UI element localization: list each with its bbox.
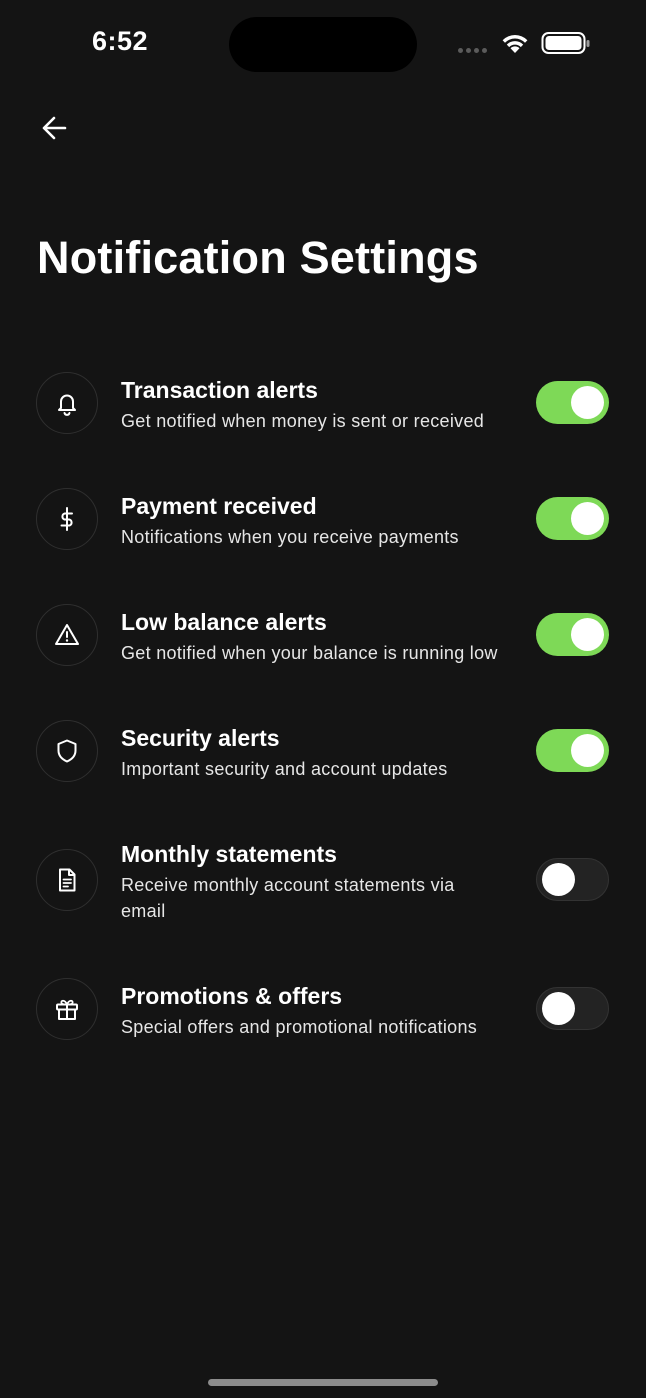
cellular-signal-icon — [458, 48, 487, 53]
setting-title: Low balance alerts — [121, 609, 327, 635]
toggle-knob — [542, 862, 575, 896]
security-alerts-toggle[interactable] — [536, 729, 609, 772]
icon-circle — [36, 604, 98, 666]
promotions-offers-toggle[interactable] — [536, 987, 609, 1030]
monthly-statements-toggle[interactable] — [536, 858, 609, 901]
home-indicator — [208, 1379, 438, 1386]
toggle-knob — [571, 618, 604, 651]
setting-description: Get notified when money is sent or recei… — [121, 411, 485, 431]
setting-title: Promotions & offers — [121, 983, 343, 1009]
icon-circle — [36, 849, 98, 911]
low-balance-alerts-toggle[interactable] — [536, 613, 609, 656]
shield-icon — [57, 739, 77, 763]
dollar-icon — [60, 507, 73, 531]
toggle-knob — [571, 386, 604, 419]
notification-settings-screen: 6:52 Notification Settings Transaction a… — [0, 0, 646, 1398]
wifi-icon — [502, 35, 528, 53]
setting-title: Transaction alerts — [121, 377, 318, 403]
bell-icon — [58, 394, 76, 416]
toggle-knob — [571, 734, 604, 767]
gift-icon — [56, 999, 78, 1020]
payment-received-toggle[interactable] — [536, 497, 609, 540]
setting-description: Notifications when you receive payments — [121, 527, 459, 547]
icon-circle — [36, 978, 98, 1040]
setting-description: Special offers and promotional notificat… — [121, 1017, 478, 1037]
setting-title: Payment received — [121, 493, 317, 519]
toggle-knob — [571, 502, 604, 535]
page-title: Notification Settings — [37, 232, 479, 283]
setting-description: Important security and account updates — [121, 759, 448, 779]
dynamic-island — [229, 17, 417, 72]
transaction-alerts-toggle[interactable] — [536, 381, 609, 424]
setting-title: Security alerts — [121, 725, 280, 751]
setting-title: Monthly statements — [121, 841, 337, 867]
status-time: 6:52 — [92, 26, 149, 56]
arrow-left-icon — [42, 116, 67, 140]
icon-circle — [36, 488, 98, 550]
icon-circle — [36, 720, 98, 782]
setting-description: Get notified when your balance is runnin… — [121, 643, 498, 663]
battery-icon — [541, 32, 590, 54]
toggle-knob — [542, 991, 575, 1025]
setting-description: Receive monthly account statements via e… — [121, 875, 455, 921]
icon-circle — [36, 372, 98, 434]
back-button[interactable] — [34, 108, 74, 148]
document-icon — [59, 868, 76, 892]
warning-icon — [55, 624, 79, 645]
